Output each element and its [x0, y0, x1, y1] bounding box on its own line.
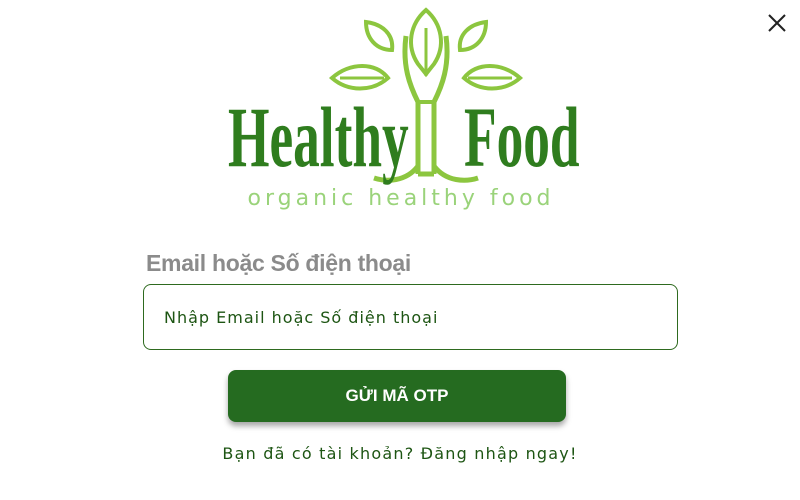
email-phone-input[interactable] — [144, 285, 677, 349]
logo-word-food: Food — [464, 89, 580, 185]
send-otp-button[interactable]: GỬI MÃ OTP — [228, 370, 566, 422]
otp-dialog: Healthy Food organic healthy food Email … — [0, 0, 800, 500]
logo-tagline: organic healthy food — [247, 186, 555, 211]
close-icon — [768, 14, 786, 32]
healthy-food-logo: Healthy Food organic healthy food — [228, 6, 584, 218]
email-phone-field-container — [143, 284, 678, 350]
logo-word-healthy: Healthy — [228, 89, 409, 185]
close-button[interactable] — [766, 12, 788, 34]
email-phone-label: Email hoặc Số điện thoại — [146, 250, 412, 276]
login-link[interactable]: Bạn đã có tài khoản? Đăng nhập ngay! — [0, 444, 800, 463]
